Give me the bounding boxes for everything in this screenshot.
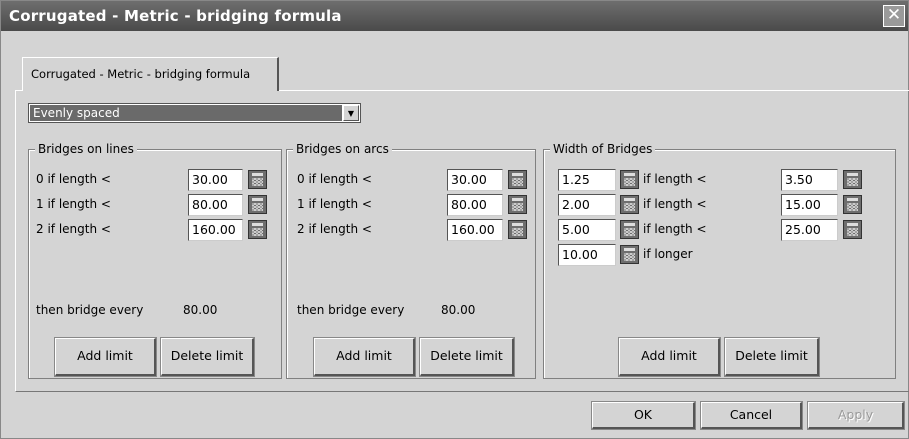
group-title: Bridges on arcs (293, 142, 392, 156)
arcs-limit-input[interactable]: 30.00 (447, 169, 503, 191)
arcs-add-limit-button[interactable]: Add limit (313, 337, 416, 377)
width-row-label: if length < (643, 172, 707, 186)
calculator-icon[interactable] (508, 170, 527, 189)
bridge-width-input[interactable]: 5.00 (558, 219, 616, 241)
lines-delete-limit-button[interactable]: Delete limit (160, 337, 255, 377)
then-bridge-every-label: then bridge every (297, 303, 405, 317)
bridge-width-input[interactable]: 1.25 (558, 169, 616, 191)
arcs-limit-input[interactable]: 80.00 (447, 194, 503, 216)
arcs-row-label: 0 if length < (297, 172, 372, 186)
width-row-label: if length < (643, 197, 707, 211)
chevron-down-icon[interactable]: ▼ (343, 105, 359, 121)
width-add-limit-button[interactable]: Add limit (618, 337, 721, 377)
calculator-icon[interactable] (248, 170, 267, 189)
close-icon[interactable]: ✕ (883, 5, 905, 27)
calculator-icon[interactable] (843, 195, 862, 214)
calculator-icon[interactable] (620, 245, 639, 264)
bridge-width-input[interactable]: 2.00 (558, 194, 616, 216)
lines-limit-input[interactable]: 160.00 (188, 219, 243, 241)
width-delete-limit-button[interactable]: Delete limit (724, 337, 820, 377)
then-bridge-every-value: 80.00 (183, 303, 218, 317)
calculator-icon[interactable] (620, 170, 639, 189)
group-title: Bridges on lines (35, 142, 137, 156)
apply-button[interactable]: Apply (807, 401, 905, 430)
calculator-icon[interactable] (620, 195, 639, 214)
window-title: Corrugated - Metric - bridging formula (9, 7, 342, 25)
width-row-label: if length < (643, 222, 707, 236)
calculator-icon[interactable] (248, 220, 267, 239)
calculator-icon[interactable] (620, 220, 639, 239)
width-length-limit-input[interactable]: 15.00 (781, 194, 838, 216)
width-length-limit-input[interactable]: 25.00 (781, 219, 838, 241)
arcs-delete-limit-button[interactable]: Delete limit (419, 337, 515, 377)
if-longer-label: if longer (643, 247, 693, 261)
calculator-icon[interactable] (843, 170, 862, 189)
calculator-icon[interactable] (843, 220, 862, 239)
lines-row-label: 2 if length < (36, 222, 111, 236)
then-bridge-every-value: 80.00 (441, 303, 476, 317)
dialog-window: Corrugated - Metric - bridging formula ✕… (0, 0, 909, 439)
calculator-icon[interactable] (508, 220, 527, 239)
arcs-row-label: 1 if length < (297, 197, 372, 211)
spacing-dropdown[interactable]: Evenly spaced ▼ (28, 103, 361, 123)
group-title: Width of Bridges (550, 142, 656, 156)
lines-row-label: 0 if length < (36, 172, 111, 186)
ok-button[interactable]: OK (591, 401, 696, 430)
bridge-width-longer-input[interactable]: 10.00 (558, 244, 616, 266)
lines-limit-input[interactable]: 80.00 (188, 194, 243, 216)
lines-add-limit-button[interactable]: Add limit (54, 337, 157, 377)
dropdown-selected-value: Evenly spaced (30, 105, 342, 121)
calculator-icon[interactable] (508, 195, 527, 214)
calculator-icon[interactable] (248, 195, 267, 214)
cancel-button[interactable]: Cancel (700, 401, 803, 430)
arcs-row-label: 2 if length < (297, 222, 372, 236)
arcs-limit-input[interactable]: 160.00 (447, 219, 503, 241)
title-bar[interactable]: Corrugated - Metric - bridging formula ✕ (1, 1, 908, 31)
lines-limit-input[interactable]: 30.00 (188, 169, 243, 191)
tab-bridging-formula[interactable]: Corrugated - Metric - bridging formula (22, 57, 279, 91)
width-length-limit-input[interactable]: 3.50 (781, 169, 838, 191)
then-bridge-every-label: then bridge every (36, 303, 144, 317)
lines-row-label: 1 if length < (36, 197, 111, 211)
